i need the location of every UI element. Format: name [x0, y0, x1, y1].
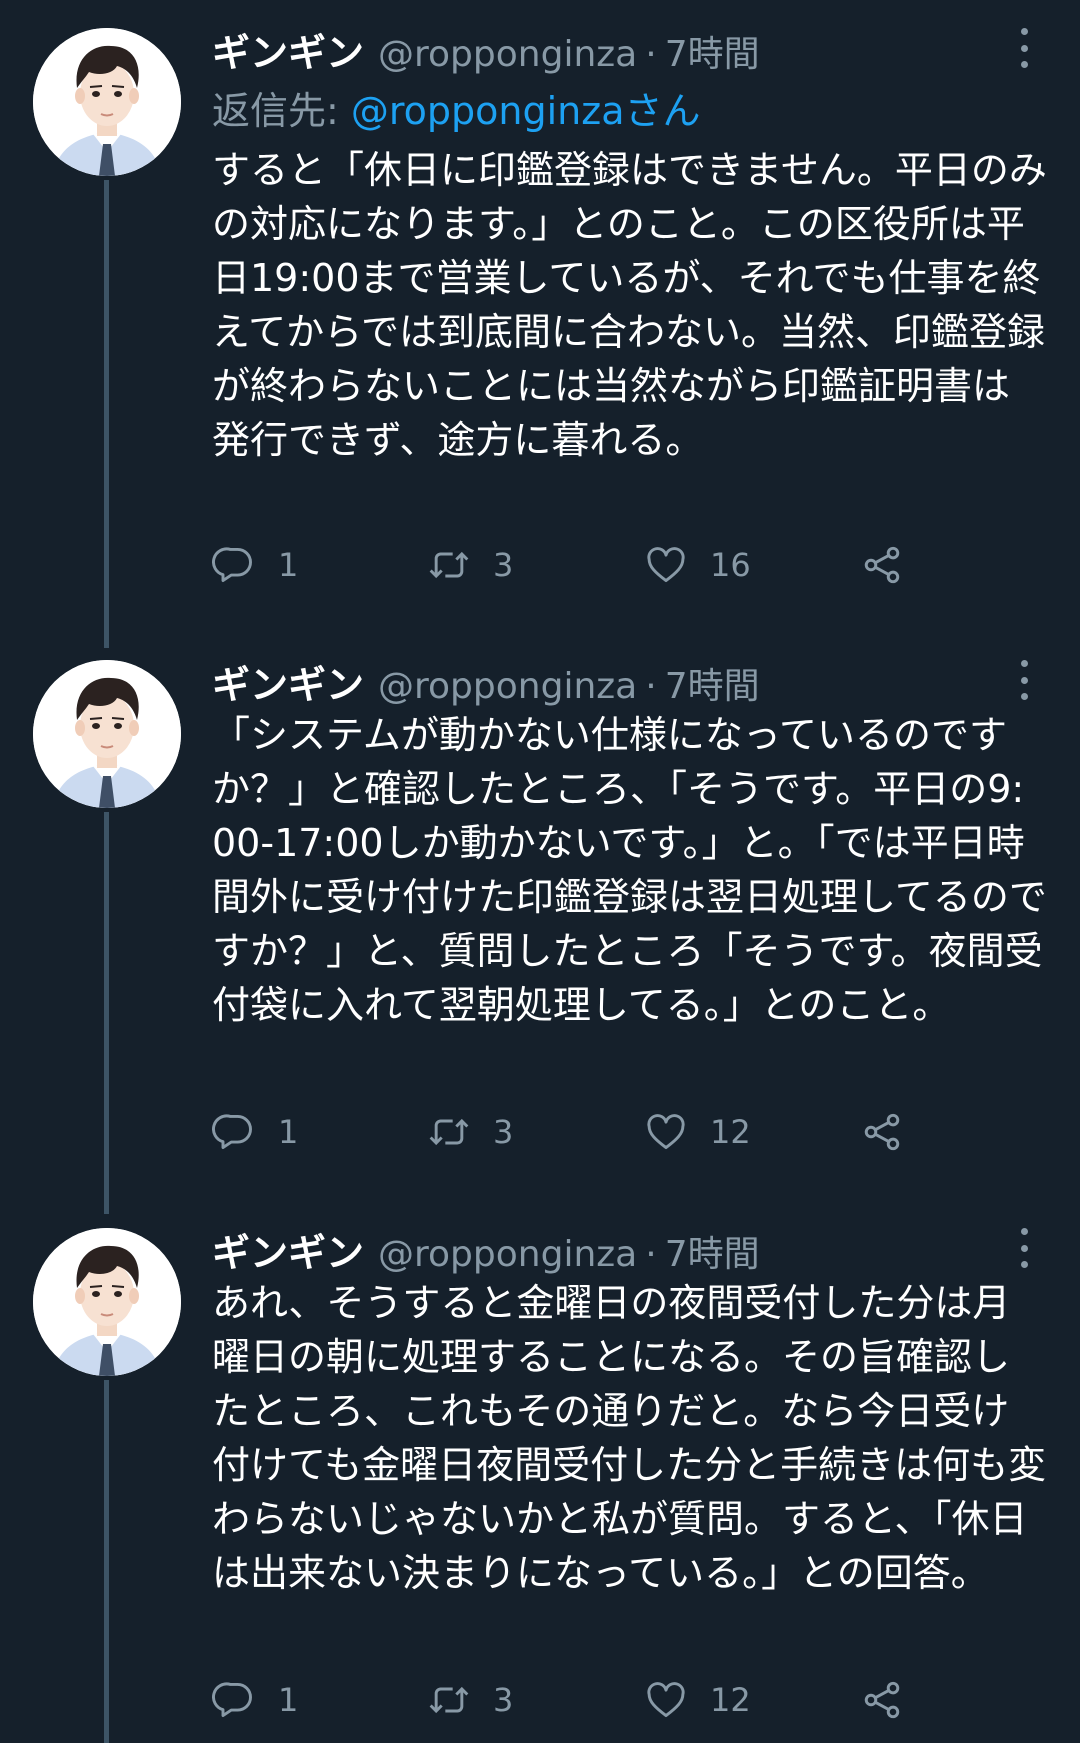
avatar[interactable] — [33, 660, 181, 808]
like-button[interactable]: 16 — [644, 543, 751, 587]
share-button[interactable] — [860, 1678, 926, 1722]
more-vertical-icon[interactable] — [1010, 660, 1038, 700]
timestamp[interactable]: 7時間 — [665, 25, 760, 77]
avatar[interactable] — [33, 1228, 181, 1376]
display-name[interactable]: ギンギン — [212, 654, 364, 709]
tweet-1[interactable]: ギンギン @ropponginza · 7時間 返信先: @ropponginz… — [0, 0, 1080, 648]
reply-count: 1 — [278, 1681, 299, 1719]
retweet-icon — [427, 543, 471, 587]
retweet-icon — [427, 1678, 471, 1722]
like-count: 16 — [710, 546, 751, 584]
tweet-3[interactable]: ギンギン @ropponginza · 7時間 あれ、そうすると金曜日の夜間受付… — [0, 1200, 1080, 1743]
retweet-count: 3 — [493, 1681, 514, 1719]
thread: ギンギン @ropponginza · 7時間 返信先: @ropponginz… — [0, 0, 1080, 1743]
share-icon — [860, 543, 904, 587]
tweet-actions: 1 3 16 — [212, 543, 932, 599]
reply-to-mention[interactable]: @ropponginzaさん — [351, 89, 701, 133]
retweet-button[interactable]: 3 — [427, 1110, 513, 1154]
tweet-header: ギンギン @ropponginza · 7時間 — [212, 654, 760, 710]
reply-icon — [212, 1678, 256, 1722]
more-vertical-icon[interactable] — [1010, 1228, 1038, 1268]
tweet-text: あれ、そうすると金曜日の夜間受付した分は月曜日の朝に処理することになる。その旨確… — [212, 1281, 1047, 1595]
reply-to-line: 返信先: @ropponginzaさん — [212, 80, 701, 135]
timestamp[interactable]: 7時間 — [665, 657, 760, 709]
tweet-text: 「システムが動かない仕様になっているのですか？」と確認したところ、「そうです。平… — [212, 713, 1047, 1027]
tweet-text: すると「休日に印鑑登録はできません。平日のみの対応になります。」とのこと。この区… — [212, 148, 1047, 462]
display-name[interactable]: ギンギン — [212, 1222, 364, 1277]
retweet-icon — [427, 1110, 471, 1154]
reply-count: 1 — [278, 1113, 299, 1151]
retweet-button[interactable]: 3 — [427, 543, 513, 587]
reply-count: 1 — [278, 546, 299, 584]
reply-button[interactable]: 1 — [212, 1678, 298, 1722]
separator-dot: · — [645, 34, 657, 75]
thread-line — [104, 180, 109, 648]
separator-dot: · — [645, 1234, 657, 1275]
tweet-actions: 1 3 12 — [212, 1110, 932, 1166]
tweet-actions: 1 3 12 — [212, 1678, 932, 1734]
user-handle[interactable]: @ropponginza — [378, 1234, 637, 1275]
like-button[interactable]: 12 — [644, 1110, 751, 1154]
thread-line — [104, 1380, 109, 1743]
retweet-count: 3 — [493, 1113, 514, 1151]
heart-icon — [644, 1110, 688, 1154]
separator-dot: · — [645, 666, 657, 707]
display-name[interactable]: ギンギン — [212, 22, 364, 77]
share-button[interactable] — [860, 543, 926, 587]
user-handle[interactable]: @ropponginza — [378, 34, 637, 75]
share-icon — [860, 1678, 904, 1722]
tweet-2[interactable]: ギンギン @ropponginza · 7時間 「システムが動かない仕様になって… — [0, 632, 1080, 1214]
reply-button[interactable]: 1 — [212, 543, 298, 587]
retweet-button[interactable]: 3 — [427, 1678, 513, 1722]
heart-icon — [644, 1678, 688, 1722]
avatar[interactable] — [33, 28, 181, 176]
like-count: 12 — [710, 1681, 751, 1719]
tweet-header: ギンギン @ropponginza · 7時間 — [212, 22, 760, 78]
more-vertical-icon[interactable] — [1010, 28, 1038, 68]
share-button[interactable] — [860, 1110, 926, 1154]
reply-icon — [212, 1110, 256, 1154]
share-icon — [860, 1110, 904, 1154]
user-handle[interactable]: @ropponginza — [378, 666, 637, 707]
reply-to-prefix: 返信先: — [212, 89, 351, 133]
heart-icon — [644, 543, 688, 587]
like-count: 12 — [710, 1113, 751, 1151]
tweet-header: ギンギン @ropponginza · 7時間 — [212, 1222, 760, 1278]
thread-line — [104, 812, 109, 1214]
timestamp[interactable]: 7時間 — [665, 1225, 760, 1277]
reply-icon — [212, 543, 256, 587]
reply-button[interactable]: 1 — [212, 1110, 298, 1154]
retweet-count: 3 — [493, 546, 514, 584]
like-button[interactable]: 12 — [644, 1678, 751, 1722]
